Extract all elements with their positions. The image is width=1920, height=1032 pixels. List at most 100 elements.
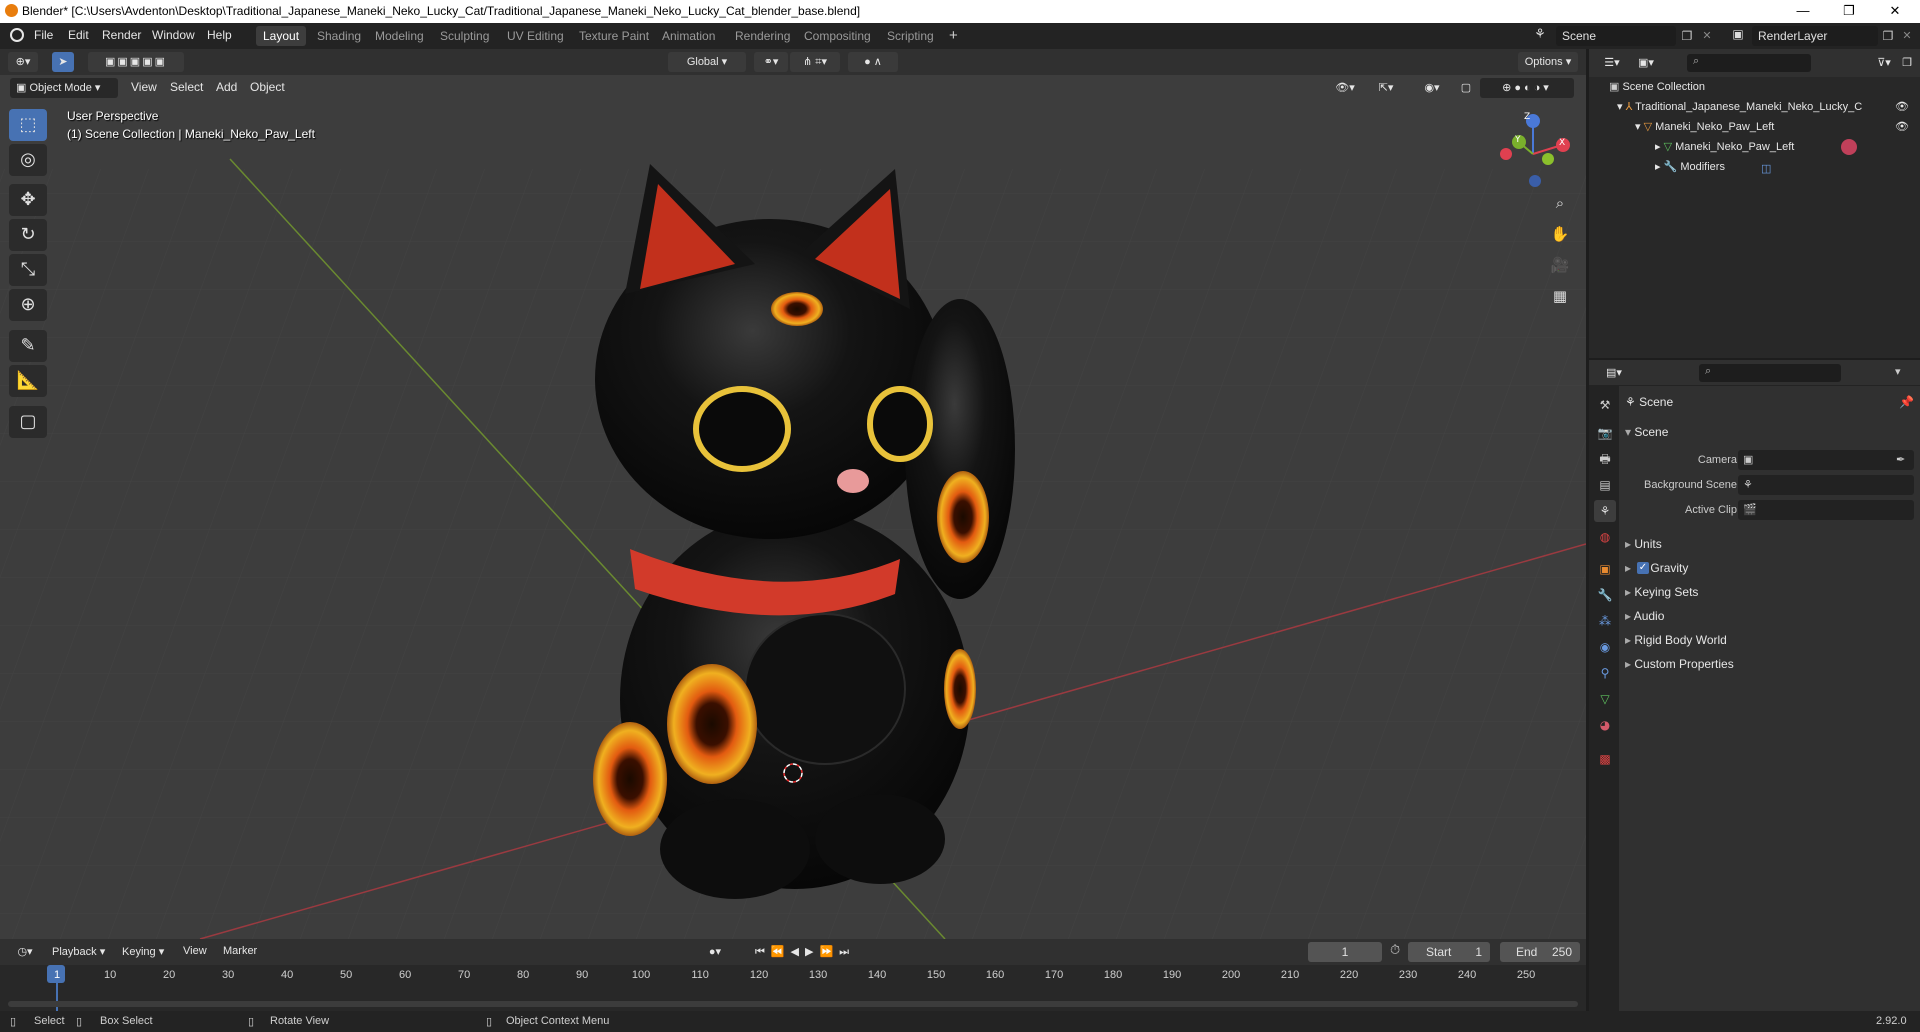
eye-icon[interactable]: 👁: [1895, 117, 1909, 137]
menu-render[interactable]: Render: [102, 28, 141, 42]
renderlayer-icon[interactable]: ▣: [1724, 27, 1752, 45]
timeline-menu-playback[interactable]: Playback ▾: [52, 945, 105, 958]
start-frame-field[interactable]: Start 1: [1408, 942, 1490, 962]
expand-arrow-icon[interactable]: ▾: [1635, 121, 1644, 133]
add-cube-tool[interactable]: ▢: [9, 406, 47, 438]
scene-selector[interactable]: Scene: [1556, 26, 1676, 46]
viewport-menu-object[interactable]: Object: [250, 80, 285, 94]
rigid-body-world-panel-header[interactable]: ▸ Rigid Body World: [1625, 628, 1915, 652]
units-panel-header[interactable]: ▸ Units: [1625, 532, 1915, 556]
preview-range-icon[interactable]: ⏱: [1390, 943, 1400, 958]
options-dropdown[interactable]: Options ▾: [1518, 52, 1578, 72]
select-mode-icon[interactable]: ➤: [52, 52, 74, 72]
material-tab-icon[interactable]: ◕: [1594, 714, 1616, 736]
timeline-menu-view[interactable]: View: [183, 945, 207, 957]
pin-icon[interactable]: 📌: [1899, 390, 1914, 414]
proportional-editing-icon[interactable]: ● ∧: [848, 52, 898, 72]
new-scene-icon[interactable]: ❐: [1676, 26, 1698, 46]
end-frame-field[interactable]: End 250: [1500, 942, 1580, 962]
menu-help[interactable]: Help: [207, 28, 232, 42]
expand-arrow-icon[interactable]: ▸: [1655, 141, 1664, 153]
close-button[interactable]: ✕: [1872, 0, 1918, 23]
filter-icon[interactable]: ⊽▾: [1871, 53, 1897, 73]
tab-modeling[interactable]: Modeling: [368, 26, 431, 46]
timeline-ruler[interactable]: 1 10 20 30 40 50 60 70 80 90 100 110 120 130 140 150 160…: [0, 965, 1586, 1011]
tab-shading[interactable]: Shading: [310, 26, 368, 46]
outliner-row-scene-collection[interactable]: ▣ Scene Collection: [1589, 77, 1920, 97]
outliner-row-modifiers[interactable]: ▸ 🔧 Modifiers ◫: [1589, 157, 1920, 177]
tab-uv-editing[interactable]: UV Editing: [500, 26, 571, 46]
measure-tool[interactable]: 📐: [9, 365, 47, 397]
tab-animation[interactable]: Animation: [655, 26, 722, 46]
transform-tool[interactable]: ⊕: [9, 289, 47, 321]
viewport-menu-select[interactable]: Select: [170, 80, 203, 94]
background-scene-field[interactable]: ⚘: [1738, 475, 1914, 495]
viewport-menu-add[interactable]: Add: [216, 80, 237, 94]
tool-tab-icon[interactable]: ⚒: [1594, 394, 1616, 416]
custom-properties-panel-header[interactable]: ▸ Custom Properties: [1625, 652, 1915, 676]
mode-dropdown[interactable]: ▣ Object Mode ▾: [10, 78, 118, 98]
properties-options-icon[interactable]: ▾: [1895, 365, 1901, 378]
tab-rendering[interactable]: Rendering: [728, 26, 797, 46]
modifier-tab-icon[interactable]: 🔧: [1594, 584, 1616, 606]
tab-sculpting[interactable]: Sculpting: [433, 26, 496, 46]
active-clip-field[interactable]: 🎬: [1738, 500, 1914, 520]
overlay-toggle-icon[interactable]: ◉▾: [1412, 78, 1452, 98]
record-icon[interactable]: ●▾: [698, 942, 732, 962]
3d-viewport[interactable]: Z Y X User Perspective (1) Scene Collect…: [0, 49, 1586, 939]
eyedropper-icon[interactable]: ✒: [1896, 448, 1905, 472]
renderlayer-selector[interactable]: RenderLayer: [1752, 26, 1878, 46]
maximize-button[interactable]: ❐: [1826, 0, 1872, 23]
pan-hand-icon[interactable]: ✋: [1546, 220, 1574, 248]
scale-tool[interactable]: ⤡: [9, 254, 47, 286]
properties-panel[interactable]: ▤▾ ⌕ ▾ ⚒ 📷 🖶 ▤ ⚘ ◍ ▣ 🔧 ⁂ ◉ ⚲ ▽ ◕ ▩ ⚘ Sce…: [1589, 360, 1920, 1011]
remove-scene-icon[interactable]: ✕: [1698, 26, 1716, 46]
outliner-panel[interactable]: ☰▾ ▣▾ ⌕ ⊽▾ ❐ ▣ Scene Collection ▾ ⅄ Trad…: [1589, 49, 1920, 358]
select-box-tool[interactable]: ⬚: [9, 109, 47, 141]
tab-scripting[interactable]: Scripting: [880, 26, 941, 46]
xray-icon[interactable]: ▢: [1456, 78, 1476, 98]
outliner-row-object[interactable]: ▾ ▽ Maneki_Neko_Paw_Left 👁: [1589, 117, 1920, 137]
timeline-scrollbar[interactable]: [8, 1001, 1578, 1007]
new-renderlayer-icon[interactable]: ❐: [1878, 26, 1898, 46]
selection-mode-buttons[interactable]: ▣▣▣▣▣: [88, 52, 184, 72]
physics-tab-icon[interactable]: ◉: [1594, 636, 1616, 658]
remove-renderlayer-icon[interactable]: ✕: [1898, 26, 1916, 46]
camera-view-icon[interactable]: 🎥: [1546, 251, 1574, 279]
perspective-toggle-icon[interactable]: ▦: [1546, 282, 1574, 310]
pivot-point-icon[interactable]: ⚭▾: [754, 52, 788, 72]
texture-tab-icon[interactable]: ▩: [1594, 748, 1616, 770]
output-tab-icon[interactable]: 🖶: [1594, 448, 1616, 470]
snap-toggle-icon[interactable]: ⋔ ⌗▾: [790, 52, 840, 72]
gizmo-x-label[interactable]: X: [1559, 138, 1565, 148]
eye-icon[interactable]: 👁: [1895, 97, 1909, 117]
annotate-tool[interactable]: ✎: [9, 330, 47, 362]
blender-menu-icon[interactable]: [10, 28, 24, 42]
gravity-checkbox[interactable]: ✓: [1637, 562, 1649, 574]
timeline-menu-marker[interactable]: Marker: [223, 945, 257, 957]
view-layer-tab-icon[interactable]: ▤: [1594, 474, 1616, 496]
outliner-search-input[interactable]: ⌕: [1687, 54, 1811, 72]
menu-window[interactable]: Window: [152, 28, 195, 42]
expand-arrow-icon[interactable]: ▾: [1617, 101, 1626, 113]
menu-edit[interactable]: Edit: [68, 28, 89, 42]
current-frame-field[interactable]: 1: [1308, 942, 1382, 962]
scene-panel-header[interactable]: ▾ Scene: [1625, 420, 1915, 444]
properties-editor-type-icon[interactable]: ▤▾: [1599, 363, 1629, 383]
audio-panel-header[interactable]: ▸ Audio: [1625, 604, 1915, 628]
outliner-row-mesh-data[interactable]: ▸ ▽ Maneki_Neko_Paw_Left: [1589, 137, 1920, 157]
camera-field[interactable]: ▣ ✒: [1738, 450, 1914, 470]
tab-texture-paint[interactable]: Texture Paint: [572, 26, 656, 46]
keying-sets-panel-header[interactable]: ▸ Keying Sets: [1625, 580, 1915, 604]
gravity-panel-header[interactable]: ▸ ✓ Gravity: [1625, 556, 1915, 580]
add-workspace-button[interactable]: +: [942, 26, 965, 46]
shading-mode-buttons[interactable]: ⊕●◐◑▾: [1480, 78, 1574, 98]
timeline-panel[interactable]: ◷▾ Playback ▾ Keying ▾ View Marker ●▾ ⏮⏪…: [0, 939, 1586, 1011]
move-tool[interactable]: ✥: [9, 184, 47, 216]
object-tab-icon[interactable]: ▣: [1594, 558, 1616, 580]
visibility-icon[interactable]: 👁▾: [1330, 78, 1360, 98]
properties-search-input[interactable]: ⌕: [1699, 364, 1841, 382]
display-mode-icon[interactable]: ▣▾: [1631, 53, 1661, 73]
expand-arrow-icon[interactable]: ▸: [1655, 161, 1664, 173]
rotate-tool[interactable]: ↻: [9, 219, 47, 251]
